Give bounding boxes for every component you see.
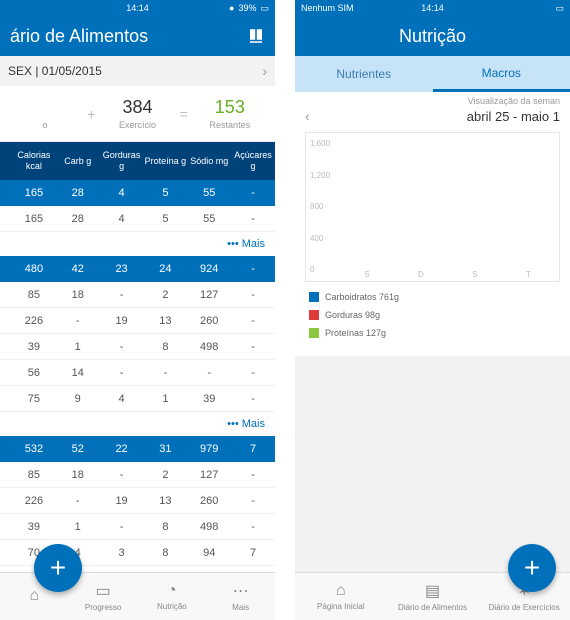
chart-x-labels: SDST bbox=[340, 270, 555, 279]
page-title: Nutrição bbox=[399, 26, 466, 47]
tab-nutricao[interactable]: ◔Nutrição bbox=[138, 573, 207, 620]
status-carrier: Nenhum SIM bbox=[301, 3, 354, 13]
add-fab[interactable]: + bbox=[508, 544, 556, 592]
goal-label: o bbox=[6, 120, 84, 130]
week-navigator: ‹ abril 25 - maio 1 bbox=[295, 106, 570, 132]
goal-col: o bbox=[6, 97, 84, 130]
more-icon: ⋯ bbox=[233, 581, 249, 601]
home-icon: ⌂ bbox=[30, 587, 40, 605]
status-time: 14:14 bbox=[126, 3, 149, 13]
nutrition-screen: Nenhum SIM 14:14 ▭ Nutrição Nutrientes M… bbox=[295, 0, 570, 620]
tab-diario-alimentos[interactable]: ▤Diário de Alimentos bbox=[387, 573, 479, 620]
exercise-value: 384 bbox=[98, 97, 176, 118]
view-label: Visualização da seman bbox=[295, 92, 570, 106]
tab-pagina-inicial[interactable]: ⌂Página Inicial bbox=[295, 573, 387, 620]
food-row[interactable]: 8518-2127- bbox=[0, 462, 275, 488]
chevron-right-icon[interactable]: › bbox=[262, 63, 267, 79]
status-battery: ● 39% ▭ bbox=[229, 3, 269, 14]
legend-item: Proteínas 127g bbox=[309, 328, 556, 338]
col-gorduras: Gorduras g bbox=[100, 150, 144, 172]
col-proteina: Proteína g bbox=[143, 156, 187, 167]
meal-total-row: 480422324924- bbox=[0, 256, 275, 282]
home-icon: ⌂ bbox=[336, 582, 346, 600]
remaining-col: 153 Restantes bbox=[191, 97, 269, 130]
nutrient-table-header: Calorias kcal Carb g Gorduras g Proteína… bbox=[0, 142, 275, 180]
eq-op: = bbox=[177, 106, 191, 122]
col-calorias: Calorias kcal bbox=[12, 150, 56, 172]
food-row[interactable]: 226-1913260- bbox=[0, 488, 275, 514]
segment-tabs: Nutrientes Macros bbox=[295, 56, 570, 92]
app-header: ário de Alimentos bbox=[0, 16, 275, 56]
col-acucares: Açúcares g bbox=[231, 150, 275, 172]
col-sodio: Sódio mg bbox=[187, 156, 231, 167]
tab-progresso[interactable]: ▭Progresso bbox=[69, 573, 138, 620]
meal-total-row: 5325222319797 bbox=[0, 436, 275, 462]
tab-mais[interactable]: ⋯Mais bbox=[206, 573, 275, 620]
exercise-col: 384 Exercício bbox=[98, 97, 176, 130]
food-row[interactable]: 5614---- bbox=[0, 360, 275, 386]
status-bar: 14:14 ● 39% ▭ bbox=[0, 0, 275, 16]
remaining-value: 153 bbox=[191, 97, 269, 118]
exercise-label: Exercício bbox=[98, 120, 176, 130]
week-range: abril 25 - maio 1 bbox=[467, 109, 560, 124]
chart-legend: Carboidratos 761g Gorduras 98g Proteínas 1… bbox=[295, 282, 570, 356]
food-diary-icon: ▤ bbox=[425, 581, 440, 601]
more-link[interactable]: Mais bbox=[0, 412, 275, 436]
food-diary-screen: 14:14 ● 39% ▭ ário de Alimentos SEX | 01… bbox=[0, 0, 275, 620]
food-row[interactable]: 391-8498- bbox=[0, 514, 275, 540]
pie-icon: ◔ bbox=[167, 582, 177, 600]
food-row[interactable]: 226-1913260- bbox=[0, 308, 275, 334]
meal-sections: 165284555-165284555-Mais480422324924-851… bbox=[0, 180, 275, 592]
remaining-label: Restantes bbox=[191, 120, 269, 130]
food-row[interactable]: 391-8498- bbox=[0, 334, 275, 360]
app-header: Nutrição bbox=[295, 16, 570, 56]
food-row[interactable]: 165284555- bbox=[0, 206, 275, 232]
col-carb: Carb g bbox=[56, 156, 100, 167]
food-row[interactable]: 7594139- bbox=[0, 386, 275, 412]
macros-chart: 04008001,2001,600 SDST bbox=[305, 132, 560, 282]
chart-icon: ▭ bbox=[96, 581, 111, 601]
legend-item: Carboidratos 761g bbox=[309, 292, 556, 302]
status-bar: Nenhum SIM 14:14 ▭ bbox=[295, 0, 570, 16]
status-time: 14:14 bbox=[421, 3, 444, 13]
book-icon[interactable] bbox=[247, 27, 265, 45]
status-right: ▭ bbox=[555, 3, 564, 14]
seg-macros[interactable]: Macros bbox=[433, 56, 570, 92]
goal-value bbox=[6, 97, 84, 118]
prev-week-icon[interactable]: ‹ bbox=[305, 108, 310, 124]
calorie-summary: o + 384 Exercício = 153 Restantes bbox=[0, 86, 275, 142]
seg-nutrientes[interactable]: Nutrientes bbox=[295, 56, 433, 92]
legend-item: Gorduras 98g bbox=[309, 310, 556, 320]
meal-total-row: 165284555- bbox=[0, 180, 275, 206]
date-label: SEX | 01/05/2015 bbox=[8, 64, 102, 78]
date-navigator[interactable]: SEX | 01/05/2015 › bbox=[0, 56, 275, 86]
food-row[interactable]: 8518-2127- bbox=[0, 282, 275, 308]
add-fab[interactable]: + bbox=[34, 544, 82, 592]
more-link[interactable]: Mais bbox=[0, 232, 275, 256]
page-title: ário de Alimentos bbox=[10, 26, 148, 47]
plus-op: + bbox=[84, 106, 98, 122]
